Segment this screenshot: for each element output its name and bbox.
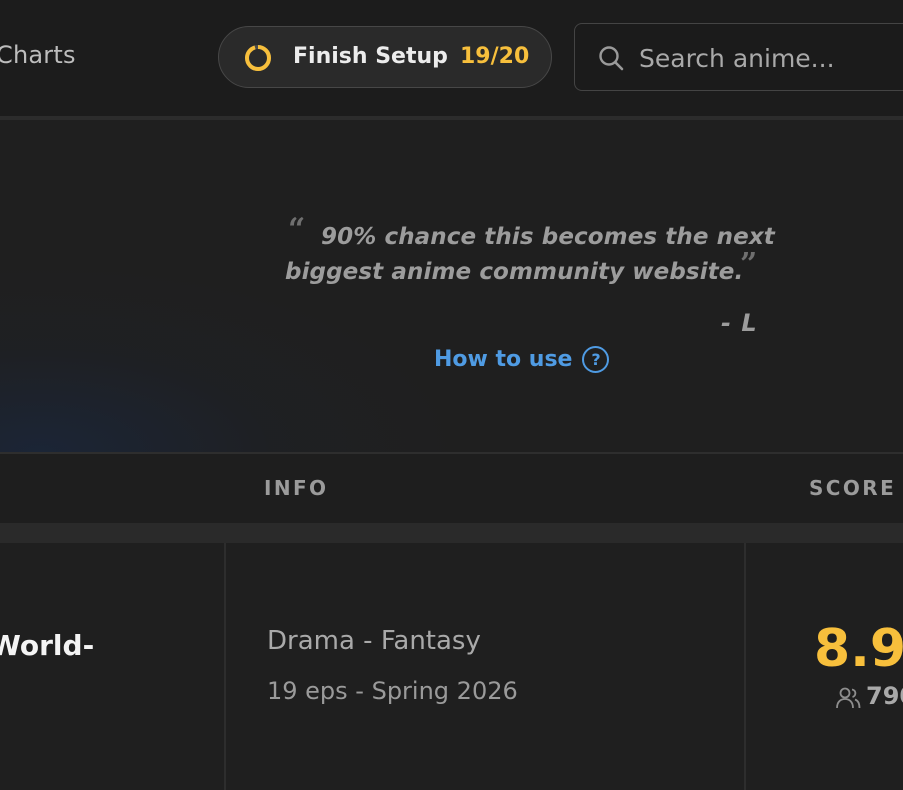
quote-author: - L <box>721 309 758 337</box>
progress-ring-icon <box>245 45 271 71</box>
quote-line-1: 90% chance this becomes the next <box>321 224 775 250</box>
table-header-divider <box>0 523 903 543</box>
cell-divider <box>744 543 746 790</box>
top-navigation-bar: Charts Finish Setup 19/20 <box>0 0 903 117</box>
hero-banner <box>0 120 903 453</box>
users-icon <box>836 687 861 709</box>
question-circle-icon: ? <box>582 345 610 373</box>
quote-line-2: biggest anime community website. <box>285 259 744 285</box>
finish-setup-label: Finish Setup <box>293 44 448 69</box>
nav-link-charts[interactable]: Charts <box>0 41 76 69</box>
score-value: 8.99 <box>814 619 903 679</box>
finish-setup-button[interactable]: Finish Setup 19/20 <box>218 26 552 88</box>
anime-episodes-season: 19 eps - Spring 2026 <box>267 677 518 705</box>
search-bar[interactable] <box>574 23 903 91</box>
members-count: 790 <box>866 682 903 710</box>
quote-close-mark: ” <box>740 247 758 282</box>
quote-open-mark: “ <box>288 212 306 247</box>
table-row[interactable]: World- Drama - Fantasy 19 eps - Spring 2… <box>0 543 903 790</box>
anime-genres: Drama - Fantasy <box>267 626 481 656</box>
column-header-score[interactable]: SCORE <box>809 476 896 500</box>
how-to-use-label: How to use <box>434 346 573 372</box>
table-header: INFO SCORE <box>0 452 903 524</box>
anime-title[interactable]: World- <box>0 629 94 662</box>
search-input[interactable] <box>639 38 903 78</box>
page: Charts Finish Setup 19/20 “ 90% chance t… <box>0 0 903 790</box>
cell-divider <box>224 543 226 790</box>
search-icon <box>599 46 624 71</box>
column-header-info[interactable]: INFO <box>264 476 328 500</box>
finish-setup-progress-count: 19/20 <box>460 44 530 69</box>
how-to-use-link[interactable]: How to use ? <box>434 343 610 375</box>
